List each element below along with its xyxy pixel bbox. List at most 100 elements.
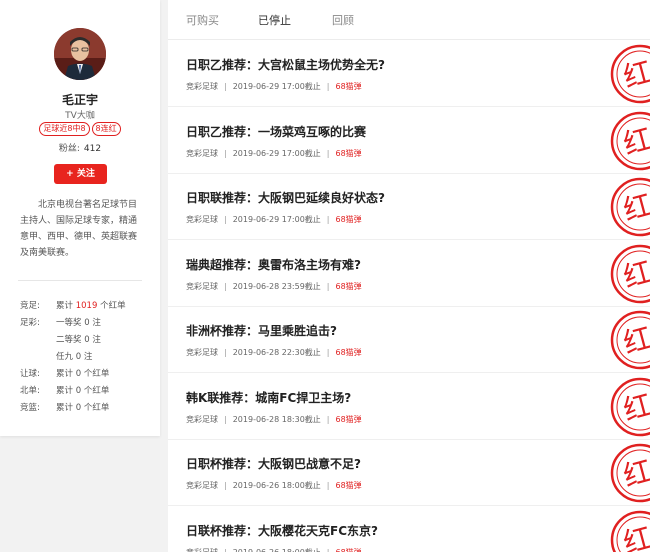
stat-prefix: 累计 — [56, 403, 74, 413]
meta-separator: | — [326, 281, 330, 291]
avatar[interactable] — [54, 28, 106, 80]
recommendation-list-panel: 可购买 已停止 回顾 日职乙推荐：大宫松鼠主场优势全无? 竞彩足球 | 2019-06… — [168, 0, 650, 552]
recommendation-meta: 竞彩足球 | 2019-06-28 22:30截止 | 68猫弹 — [186, 347, 362, 358]
category-label: 竞彩足球 — [186, 281, 218, 291]
red-result-stamp-icon: 红 — [610, 44, 650, 104]
recommendation-title[interactable]: 瑞典超推荐：奥雷布洛主场有难? — [186, 256, 361, 273]
recommendation-item[interactable]: 日联杯推荐：大阪樱花天克FC东京? 竞彩足球 | 2019-06-26 18:00截止… — [168, 507, 650, 552]
meta-separator: | — [224, 481, 227, 490]
price-text: 68猫弹 — [335, 481, 362, 490]
status-tabs: 可购买 已停止 回顾 — [168, 0, 650, 40]
recommendation-item[interactable]: 日职乙推荐：一场菜鸡互啄的比赛 竞彩足球 | 2019-06-29 17:00截止 | 6… — [168, 108, 650, 174]
meta-separator: | — [326, 414, 330, 424]
meta-separator: | — [326, 348, 330, 357]
stat-row: 竞篮: 累计 0 个红单 — [20, 400, 126, 417]
stat-number: 0 — [75, 403, 82, 413]
recommendation-item[interactable]: 日职联推荐：大阪钢巴延续良好状态? 竞彩足球 | 2019-06-29 17:00截止… — [168, 174, 650, 240]
win-streak-badge: 8连红 — [91, 122, 121, 136]
recommendation-item[interactable]: 非洲杯推荐：马里乘胜追击? 竞彩足球 | 2019-06-28 22:30截止 | 68猫… — [168, 307, 650, 373]
red-result-stamp-icon: 红 — [610, 377, 650, 436]
recommendation-meta: 竞彩足球 | 2019-06-29 17:00截止 | 68猫弹 — [186, 148, 362, 159]
meta-separator: | — [224, 414, 227, 424]
red-result-stamp-icon: 红 — [610, 510, 650, 552]
recommendation-meta: 竞彩足球 | 2019-06-29 17:00截止 | 68猫弹 — [186, 81, 362, 92]
category-label: 竞彩足球 — [186, 348, 218, 357]
divider — [18, 280, 142, 281]
category-label: 竞彩足球 — [186, 414, 218, 424]
stamp-text: 红 — [620, 55, 650, 94]
stat-number: 0 — [75, 386, 82, 396]
stat-label: 让球: — [20, 369, 40, 379]
meta-separator: | — [326, 215, 330, 224]
stamp-text: 红 — [620, 520, 650, 552]
red-result-stamp-icon: 红 — [610, 443, 650, 503]
price-text: 68猫弹 — [335, 148, 362, 158]
stat-row: 让球: 累计 0 个红单 — [20, 366, 126, 383]
meta-separator: | — [224, 281, 227, 291]
stat-row: 二等奖 0 注 — [20, 332, 126, 349]
deadline-text: 2019-06-26 18:00截止 — [232, 481, 321, 490]
streak-badge: 足球近8中8 — [39, 122, 90, 136]
expert-badges: 足球近8中8 8连红 — [0, 122, 160, 136]
expert-title: TV大咖 — [65, 111, 95, 121]
price-text: 68猫弹 — [335, 547, 362, 552]
deadline-text: 2019-06-28 22:30截止 — [232, 348, 321, 357]
recommendation-title[interactable]: 日职杯推荐：大阪钢巴战意不足? — [186, 455, 361, 472]
recommendation-item[interactable]: 瑞典超推荐：奥雷布洛主场有难? 竞彩足球 | 2019-06-28 23:59截止 | 6… — [168, 241, 650, 307]
red-result-stamp-icon: 红 — [610, 177, 650, 237]
fans-number: 412 — [83, 144, 102, 154]
stat-suffix: 注 — [92, 335, 101, 345]
tab-available[interactable]: 可购买 — [186, 12, 219, 28]
stat-row: 竞足: 累计 1019 个红单 — [20, 298, 126, 315]
stat-suffix: 个红单 — [83, 369, 110, 379]
recommendation-title[interactable]: 非洲杯推荐：马里乘胜追击? — [186, 322, 337, 339]
stat-number: 0 — [75, 369, 82, 379]
stat-suffix: 注 — [83, 352, 93, 362]
stamp-text: 红 — [620, 454, 650, 493]
expert-name: 毛正宇 — [61, 93, 98, 107]
category-label: 竞彩足球 — [186, 148, 218, 158]
stat-prefix: 二等奖 — [56, 335, 82, 345]
meta-separator: | — [224, 215, 227, 224]
stat-prefix: 任九 — [56, 352, 74, 362]
deadline-text: 2019-06-26 18:00截止 — [232, 547, 321, 552]
recommendation-title[interactable]: 日职联推荐：大阪钢巴延续良好状态? — [186, 189, 385, 206]
tab-stopped[interactable]: 已停止 — [258, 12, 291, 28]
stat-number: 0 — [84, 318, 90, 328]
stat-prefix: 累计 — [56, 386, 74, 396]
stamp-text: 红 — [620, 188, 650, 227]
stat-prefix: 累计 — [56, 369, 74, 379]
stat-label: 足彩: — [20, 318, 40, 328]
stat-prefix: 累计 — [56, 301, 74, 311]
follow-button[interactable]: + 关注 — [54, 164, 107, 184]
price-text: 68猫弹 — [335, 215, 362, 224]
price-text: 68猫弹 — [335, 82, 362, 91]
stamp-text: 红 — [620, 387, 650, 426]
recommendation-item[interactable]: 日职乙推荐：大宫松鼠主场优势全无? 竞彩足球 | 2019-06-29 17:00截止… — [168, 41, 650, 107]
stat-suffix: 个红单 — [83, 403, 110, 413]
meta-separator: | — [326, 82, 330, 91]
meta-separator: | — [224, 148, 227, 158]
price-text: 68猫弹 — [335, 348, 362, 357]
fans-count: 粉丝: 412 — [0, 141, 160, 154]
stat-label: 竞篮: — [20, 403, 40, 413]
expert-bio: 北京电视台著名足球节目主持人、国际足球专家，精通意甲、西甲、德甲、英超联赛及南美… — [20, 200, 138, 258]
red-result-stamp-icon: 红 — [610, 310, 650, 370]
recommendation-title[interactable]: 日联杯推荐：大阪樱花天克FC东京? — [186, 522, 378, 539]
record-stats: 竞足: 累计 1019 个红单 足彩: 一等奖 0 注二等奖 0 注任九 0 注让球:… — [20, 298, 126, 417]
stat-suffix: 个红单 — [100, 301, 126, 311]
category-label: 竞彩足球 — [186, 547, 218, 552]
tab-review[interactable]: 回顾 — [332, 12, 354, 28]
stamp-text: 红 — [620, 121, 650, 160]
price-text: 68猫弹 — [335, 281, 362, 291]
fans-label: 粉丝: — [58, 144, 80, 154]
recommendation-title[interactable]: 韩K联推荐：城南FC捍卫主场? — [186, 389, 351, 406]
recommendation-meta: 竞彩足球 | 2019-06-26 18:00截止 | 68猫弹 — [186, 547, 362, 552]
deadline-text: 2019-06-29 17:00截止 — [232, 82, 321, 91]
stat-label: 竞足: — [20, 301, 40, 311]
recommendation-title[interactable]: 日职乙推荐：一场菜鸡互啄的比赛 — [186, 123, 366, 140]
recommendation-item[interactable]: 日职杯推荐：大阪钢巴战意不足? 竞彩足球 | 2019-06-26 18:00截止 | 6… — [168, 440, 650, 506]
recommendation-item[interactable]: 韩K联推荐：城南FC捍卫主场? 竞彩足球 | 2019-06-28 18:30截止 | 6… — [168, 374, 650, 440]
recommendation-title[interactable]: 日职乙推荐：大宫松鼠主场优势全无? — [186, 56, 385, 73]
stat-suffix: 个红单 — [83, 386, 110, 396]
